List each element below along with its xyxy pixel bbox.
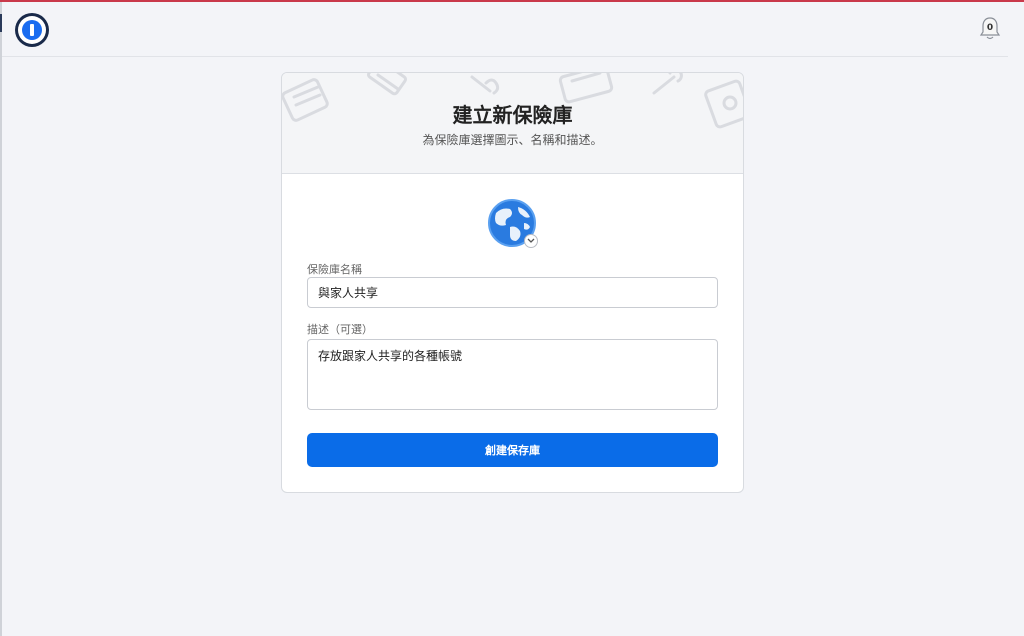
vault-name-label: 保險庫名稱 — [307, 263, 362, 276]
chevron-down-icon — [524, 234, 538, 248]
description-input[interactable]: 存放跟家人共享的各種帳號 — [307, 339, 718, 410]
create-vault-button[interactable]: 創建保存庫 — [307, 433, 718, 467]
1password-logo-icon[interactable] — [15, 13, 49, 47]
dialog-header: 建立新保險庫 為保險庫選擇圖示、名稱和描述。 — [282, 73, 743, 174]
notifications-button[interactable]: 0 — [979, 16, 1001, 42]
vault-name-input[interactable] — [307, 277, 718, 308]
notification-count: 0 — [986, 23, 994, 33]
dialog-title: 建立新保險庫 — [452, 103, 573, 127]
vault-icon-picker[interactable] — [488, 199, 538, 249]
window-left-edge — [0, 2, 2, 636]
dialog-subtitle: 為保險庫選擇圖示、名稱和描述。 — [422, 133, 603, 147]
top-bar: 0 — [2, 2, 1008, 57]
create-vault-dialog: 建立新保險庫 為保險庫選擇圖示、名稱和描述。 保險庫名稱 描述（可選） 存放跟家… — [281, 72, 744, 493]
description-label: 描述（可選） — [307, 323, 373, 336]
